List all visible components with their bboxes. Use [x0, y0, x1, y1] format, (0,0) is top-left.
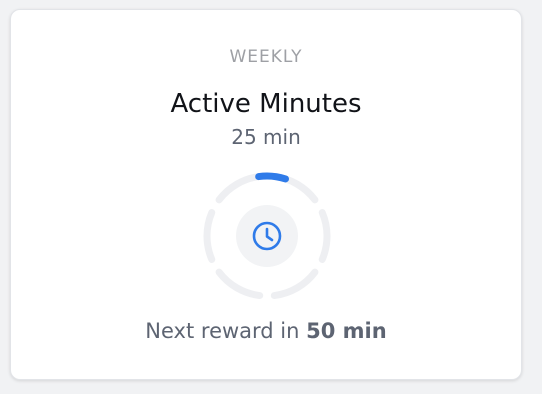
ring-progress-arc	[255, 172, 290, 183]
ring-track-segment	[318, 209, 331, 263]
ring-track-segment	[270, 268, 319, 300]
weekly-goal-card: WEEKLY Active Minutes 25 min Next reward…	[10, 9, 522, 380]
ring-track-segment	[215, 268, 264, 300]
clock-badge	[236, 205, 298, 267]
clock-icon	[252, 221, 282, 251]
next-reward-remaining: 50 min	[306, 319, 387, 343]
current-value: 25 min	[231, 125, 301, 149]
period-label: WEEKLY	[229, 47, 303, 67]
card-title: Active Minutes	[170, 89, 362, 119]
next-reward-prefix: Next reward in	[145, 319, 307, 343]
ring-track-segment	[215, 172, 264, 204]
next-reward-text: Next reward in 50 min	[11, 319, 521, 343]
ring-track-segment	[203, 209, 216, 263]
progress-ring	[200, 169, 334, 303]
